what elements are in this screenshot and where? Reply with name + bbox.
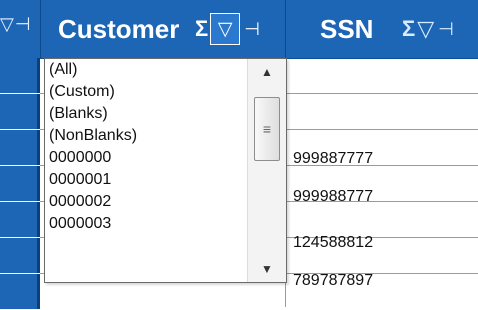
filter-option[interactable]: (Custom) <box>45 81 245 103</box>
customer-filter-dropdown[interactable]: (All) (Custom) (Blanks) (NonBlanks) 0000… <box>44 58 287 283</box>
filter-option[interactable]: (Blanks) <box>45 103 245 125</box>
row-selector[interactable] <box>0 58 40 94</box>
filter-icon[interactable]: ▽ <box>210 13 241 45</box>
pin-icon[interactable]: ⊣ <box>244 19 260 40</box>
filter-option[interactable]: 0000002 <box>45 191 245 213</box>
customer-column-title[interactable]: Customer <box>58 14 179 45</box>
scroll-up-icon[interactable]: ▲ <box>248 59 286 85</box>
row-selector[interactable] <box>0 130 40 166</box>
row-selector[interactable] <box>0 238 40 274</box>
row-selector[interactable] <box>0 94 40 130</box>
row-selector[interactable] <box>0 202 40 238</box>
ssn-cell[interactable]: 999988777 <box>293 188 373 206</box>
ssn-cell[interactable]: 999887777 <box>293 150 373 168</box>
column-separator <box>40 0 41 58</box>
filter-option[interactable]: (All) <box>45 59 245 81</box>
scroll-thumb[interactable]: ≡ <box>254 97 280 161</box>
filter-option[interactable]: (NonBlanks) <box>45 125 245 147</box>
filter-option[interactable]: 0000000 <box>45 147 245 169</box>
ssn-cell[interactable]: 124588812 <box>293 234 373 252</box>
sigma-icon[interactable]: Σ <box>402 16 415 42</box>
pin-icon[interactable]: ⊣ <box>438 19 454 40</box>
ssn-column-tools: Σ ▽ ⊣ <box>402 12 454 46</box>
ssn-cell[interactable]: 789787897 <box>293 272 373 290</box>
scroll-down-icon[interactable]: ▼ <box>248 256 286 282</box>
left-column-tools[interactable]: ▽⊣ <box>0 14 32 35</box>
row-selector[interactable] <box>0 166 40 202</box>
customer-column-tools: Σ ▽ ⊣ <box>195 12 260 46</box>
sigma-icon[interactable]: Σ <box>195 16 208 42</box>
filter-option[interactable]: 0000001 <box>45 169 245 191</box>
grid-header: ▽⊣ Customer Σ ▽ ⊣ SSN Σ ▽ ⊣ <box>0 0 478 59</box>
column-separator <box>285 0 286 58</box>
dropdown-scrollbar[interactable]: ▲ ≡ ▼ <box>247 59 286 282</box>
filter-options-list: (All) (Custom) (Blanks) (NonBlanks) 0000… <box>45 59 245 235</box>
filter-option[interactable]: 0000003 <box>45 213 245 235</box>
ssn-column-title[interactable]: SSN <box>320 14 373 45</box>
filter-icon[interactable]: ▽ <box>417 16 434 42</box>
row-selector[interactable] <box>0 274 40 310</box>
